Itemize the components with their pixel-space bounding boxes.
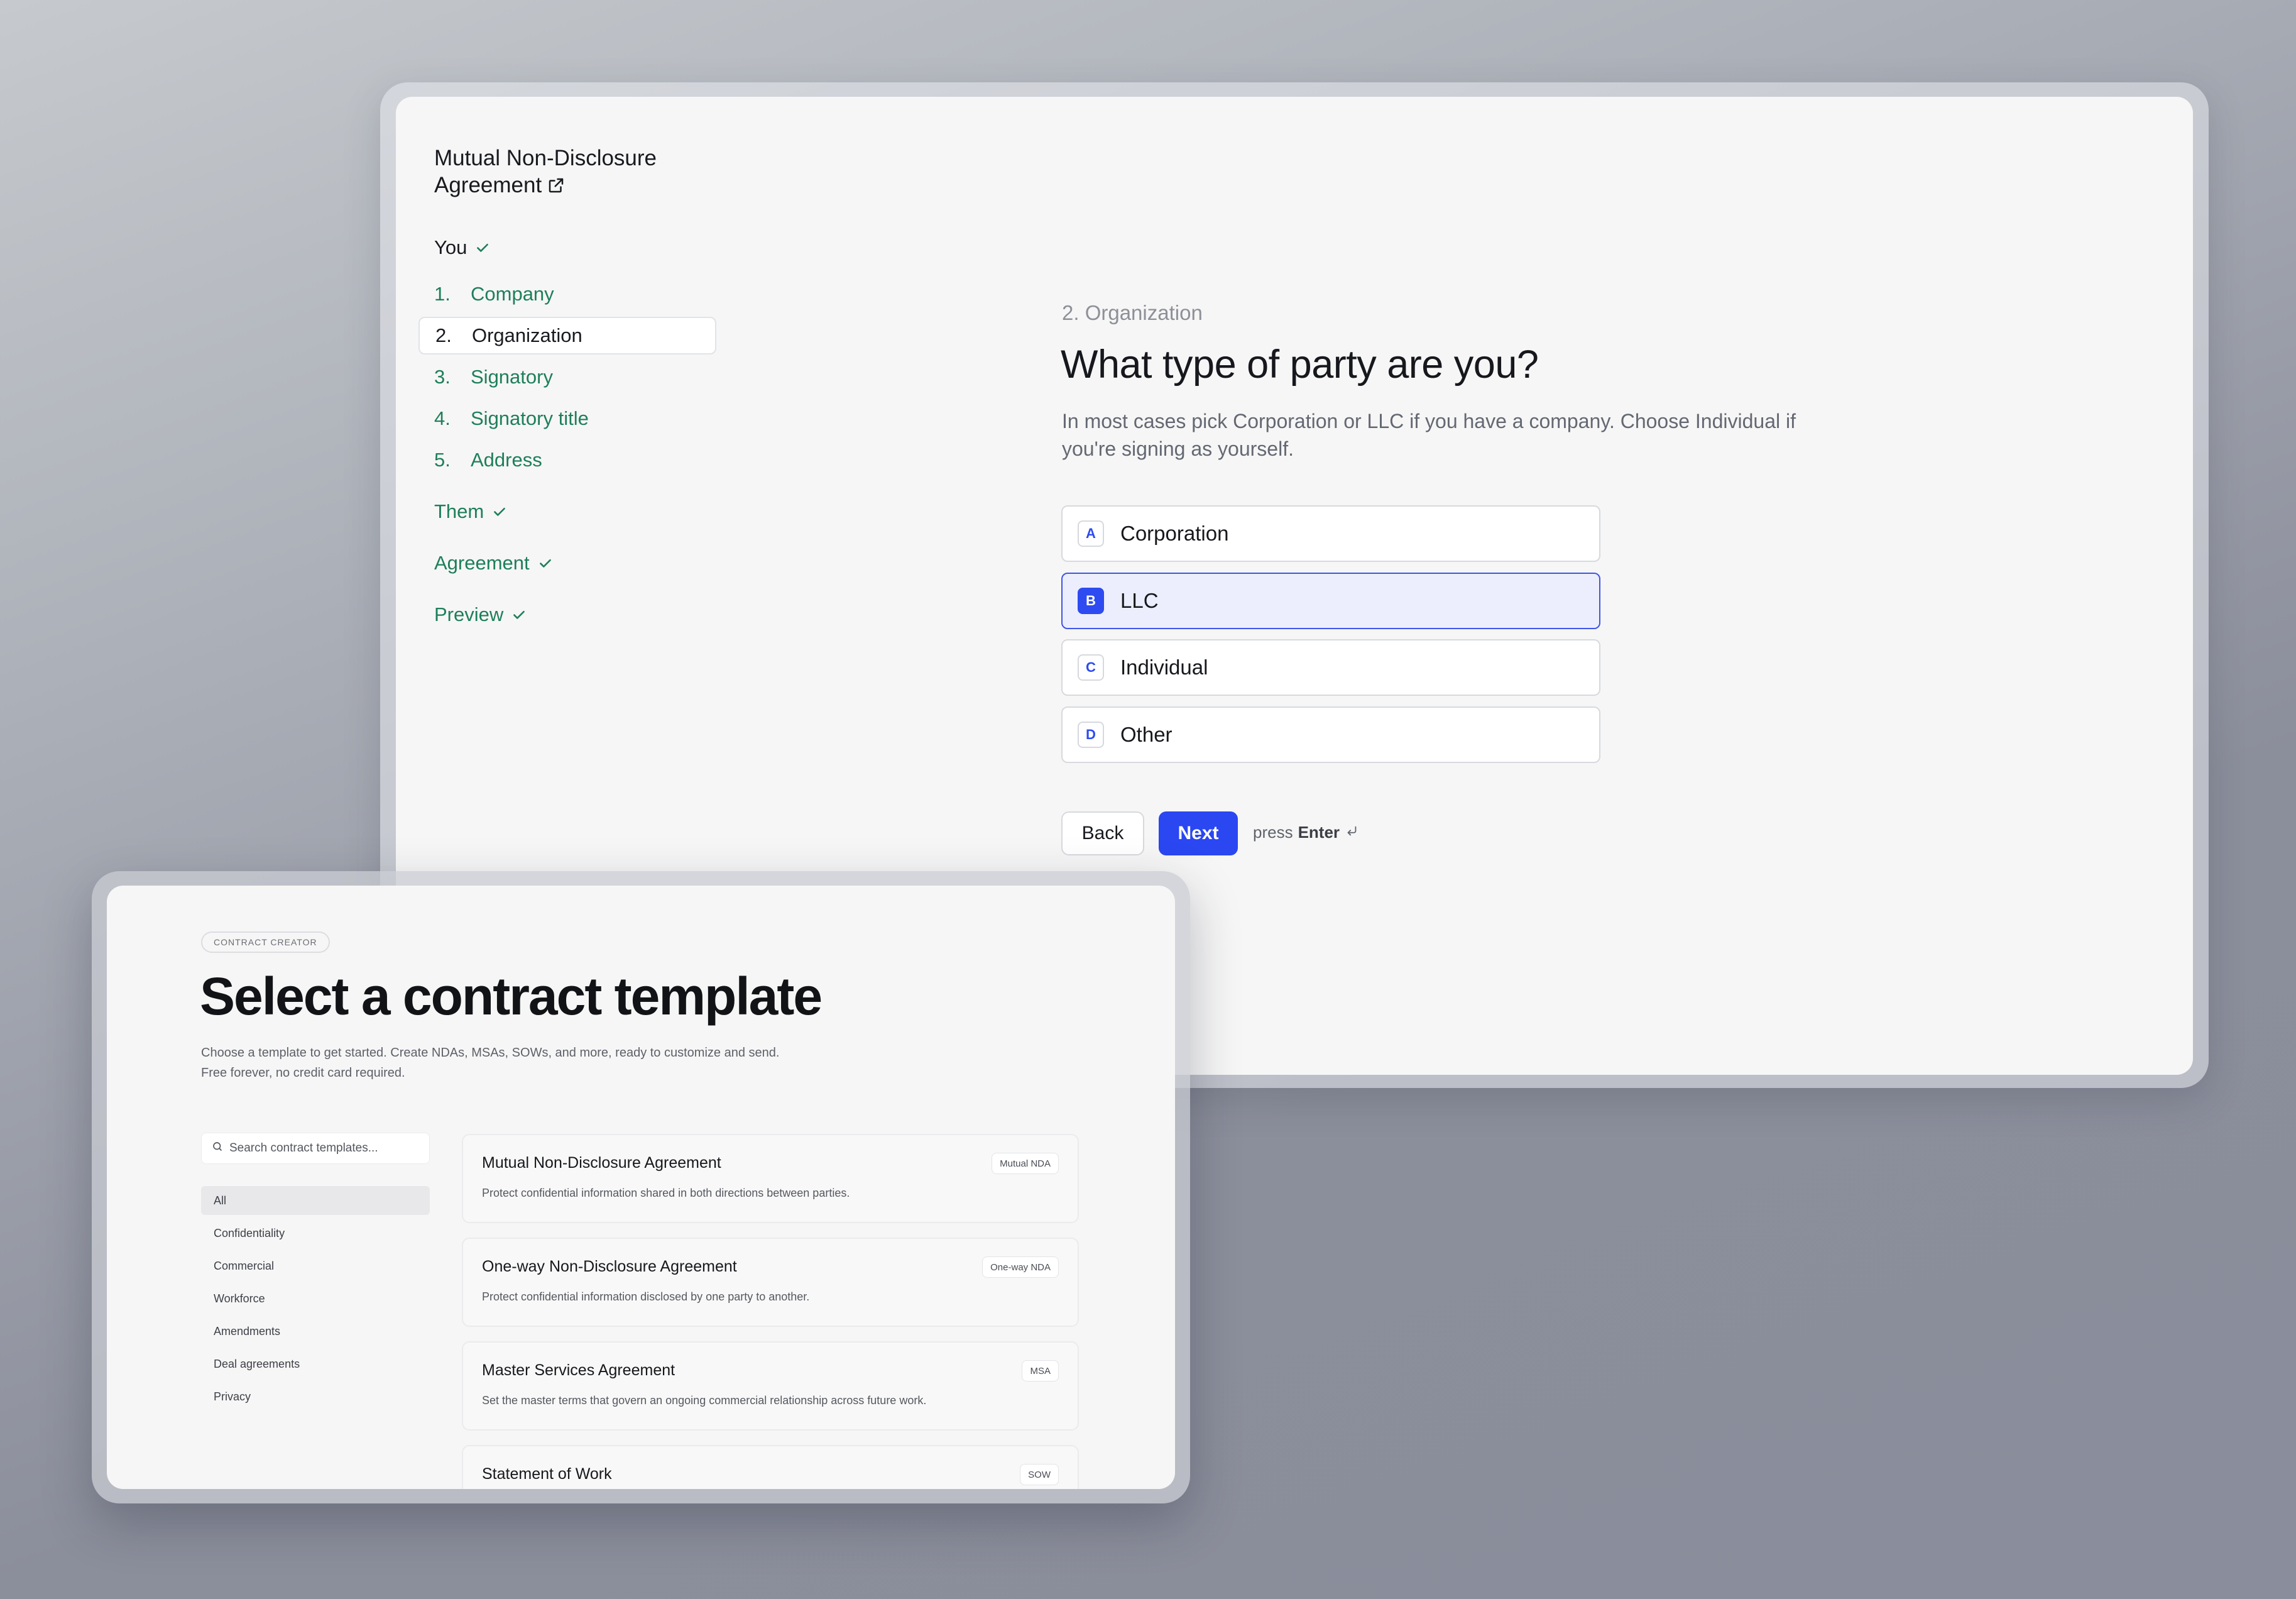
card-description: Set the master terms that govern an ongo… — [482, 1394, 927, 1407]
enter-hint: press Enter — [1253, 823, 1358, 842]
card-description: Protect confidential information disclos… — [482, 1290, 810, 1303]
templates-window: CONTRACT CREATOR Select a contract templ… — [107, 886, 1175, 1489]
step-number: 1. — [434, 283, 451, 305]
document-title-text: Mutual Non-Disclosure Agreement — [434, 146, 657, 197]
card-tag: MSA — [1022, 1360, 1059, 1382]
enter-hint-prefix: press — [1253, 823, 1293, 842]
card-tag: One-way NDA — [982, 1256, 1059, 1278]
option-key: B — [1078, 588, 1104, 614]
back-button[interactable]: Back — [1061, 811, 1144, 855]
card-title: Mutual Non-Disclosure Agreement — [482, 1154, 721, 1172]
step-label: Organization — [472, 324, 582, 346]
option-corporation[interactable]: A Corporation — [1061, 505, 1600, 562]
card-description: Protect confidential information shared … — [482, 1187, 850, 1199]
template-card-mutual-nda[interactable]: Mutual Non-Disclosure Agreement Protect … — [462, 1134, 1079, 1223]
step-breadcrumb: 2. Organization — [1062, 301, 1203, 324]
option-key: D — [1078, 722, 1104, 748]
section-agreement[interactable]: Agreement — [434, 552, 554, 574]
check-icon — [537, 555, 554, 571]
step-organization[interactable]: 2. Organization — [418, 317, 716, 354]
category-amendments[interactable]: Amendments — [201, 1317, 430, 1346]
card-title: Master Services Agreement — [482, 1361, 675, 1379]
enter-hint-key: Enter — [1298, 823, 1340, 842]
search-input[interactable] — [229, 1141, 418, 1155]
question-heading: What type of party are you? — [1061, 343, 1539, 387]
option-label: Other — [1120, 723, 1173, 746]
option-label: Corporation — [1120, 522, 1229, 545]
option-llc[interactable]: B LLC — [1061, 573, 1600, 629]
card-title: One-way Non-Disclosure Agreement — [482, 1258, 737, 1275]
templates-title: Select a contract template — [200, 967, 823, 1026]
template-card-msa[interactable]: Master Services Agreement Set the master… — [462, 1341, 1079, 1431]
category-deal-agreements[interactable]: Deal agreements — [201, 1349, 430, 1378]
section-you[interactable]: You — [434, 236, 491, 259]
step-label: Address — [471, 449, 542, 471]
option-individual[interactable]: C Individual — [1061, 639, 1600, 696]
category-privacy[interactable]: Privacy — [201, 1382, 430, 1411]
next-button[interactable]: Next — [1159, 811, 1238, 855]
step-signatory[interactable]: 3. Signatory — [418, 358, 716, 396]
template-search[interactable] — [201, 1133, 430, 1164]
question-hint: In most cases pick Corporation or LLC if… — [1062, 410, 1796, 460]
section-preview[interactable]: Preview — [434, 603, 527, 626]
step-number: 3. — [434, 366, 451, 388]
option-key: C — [1078, 654, 1104, 681]
option-label: LLC — [1120, 589, 1159, 612]
step-label: Signatory — [471, 366, 553, 388]
step-number: 2. — [435, 324, 452, 346]
step-label: Company — [471, 283, 554, 305]
category-all[interactable]: All — [201, 1186, 430, 1215]
section-agreement-label: Agreement — [434, 552, 530, 574]
section-them[interactable]: Them — [434, 500, 508, 523]
templates-subtitle: Choose a template to get started. Create… — [201, 1046, 780, 1080]
template-card-one-way-nda[interactable]: One-way Non-Disclosure Agreement Protect… — [462, 1238, 1079, 1327]
step-label: Signatory title — [471, 407, 589, 429]
step-signatory-title[interactable]: 4. Signatory title — [418, 400, 716, 437]
step-address[interactable]: 5. Address — [418, 441, 716, 479]
section-them-label: Them — [434, 500, 484, 522]
card-tag: SOW — [1020, 1464, 1059, 1485]
step-number: 5. — [434, 449, 451, 471]
document-title: Mutual Non-Disclosure Agreement — [434, 145, 736, 201]
card-tag: Mutual NDA — [992, 1153, 1059, 1174]
check-icon — [491, 503, 508, 520]
template-card-sow[interactable]: Statement of Work SOW — [462, 1445, 1079, 1489]
enter-return-icon — [1345, 823, 1358, 842]
section-you-label: You — [434, 236, 467, 258]
option-key: A — [1078, 520, 1104, 547]
check-icon — [474, 239, 491, 256]
step-company[interactable]: 1. Company — [418, 275, 716, 313]
category-confidentiality[interactable]: Confidentiality — [201, 1219, 430, 1248]
option-other[interactable]: D Other — [1061, 706, 1600, 763]
contract-creator-pill: CONTRACT CREATOR — [201, 931, 330, 953]
section-preview-label: Preview — [434, 603, 504, 625]
search-icon — [212, 1141, 223, 1156]
card-title: Statement of Work — [482, 1465, 612, 1483]
category-workforce[interactable]: Workforce — [201, 1284, 430, 1313]
check-icon — [511, 607, 527, 623]
external-link-icon[interactable] — [547, 174, 566, 201]
category-commercial[interactable]: Commercial — [201, 1251, 430, 1280]
option-label: Individual — [1120, 656, 1208, 679]
step-number: 4. — [434, 407, 451, 429]
